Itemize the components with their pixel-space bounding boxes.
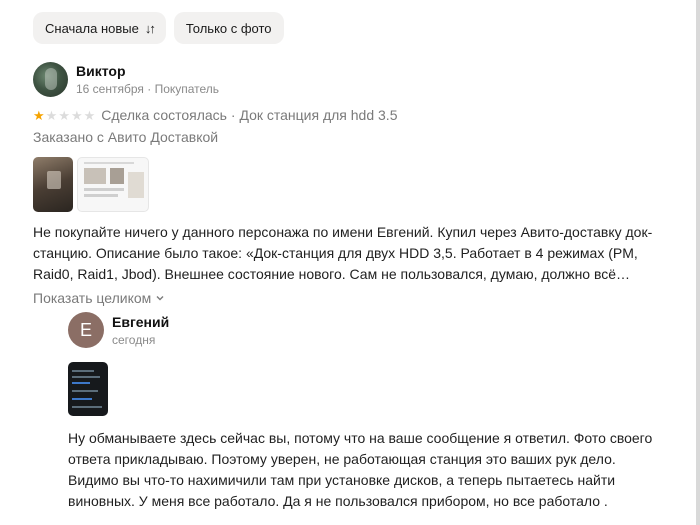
review-text: Не покупайте ничего у данного персонажа … — [33, 224, 653, 282]
photo-only-label: Только с фото — [185, 20, 272, 36]
sort-newest-button[interactable]: Сначала новые ↓↑ — [33, 12, 166, 44]
star-icon: ★ — [33, 107, 45, 123]
review-photo-thumbnail[interactable] — [33, 157, 73, 212]
rating-stars: ★ ★ ★ ★ ★ — [33, 109, 95, 122]
meta-separator: · — [143, 82, 155, 96]
reply-text: Ну обманываете здесь сейчас вы, потому ч… — [68, 430, 653, 509]
show-full-label: Показать целиком — [33, 290, 152, 306]
review-filters: Сначала новые ↓↑ Только с фото — [33, 12, 284, 44]
product-name: Док станция для hdd 3.5 — [239, 107, 398, 123]
delivery-note: Заказано с Авито Доставкой — [33, 129, 219, 145]
review-photos — [33, 157, 683, 212]
star-icon: ★ — [58, 107, 70, 123]
sort-icon: ↓↑ — [144, 20, 156, 36]
show-full-button[interactable]: Показать целиком — [33, 290, 165, 306]
meta-separator: · — [226, 107, 240, 123]
photo-only-filter-button[interactable]: Только с фото — [173, 12, 284, 44]
author-role: Покупатель — [154, 82, 220, 96]
sort-label: Сначала новые — [45, 20, 139, 36]
chevron-down-icon — [156, 296, 164, 301]
avatar[interactable]: Е — [68, 312, 104, 348]
author-name[interactable]: Евгений — [112, 314, 169, 330]
review-photo-thumbnail[interactable] — [77, 157, 149, 212]
review-card: Виктор 16 сентября · Покупатель ★ ★ ★ ★ ★ Сд… — [33, 62, 683, 308]
author-name[interactable]: Виктор — [76, 63, 219, 79]
star-icon: ★ — [70, 107, 83, 123]
deal-status: Сделка состоялась — [101, 107, 227, 123]
star-icon: ★ — [83, 107, 96, 123]
scrollbar[interactable] — [696, 0, 700, 525]
reply-photo-thumbnail[interactable] — [68, 362, 108, 416]
avatar[interactable] — [33, 62, 68, 97]
seller-reply: Е Евгений сегодня Ну обманываете здесь с… — [68, 312, 668, 512]
star-icon: ★ — [45, 107, 58, 123]
rating-row: ★ ★ ★ ★ ★ Сделка состоялась · Док станция дл… — [33, 107, 683, 123]
review-author: Виктор 16 сентября · Покупатель — [33, 62, 683, 97]
author-meta: 16 сентября · Покупатель — [76, 82, 219, 96]
review-date: 16 сентября — [76, 82, 144, 96]
reply-author: Е Евгений сегодня — [68, 312, 668, 348]
reply-date: сегодня — [112, 332, 156, 347]
